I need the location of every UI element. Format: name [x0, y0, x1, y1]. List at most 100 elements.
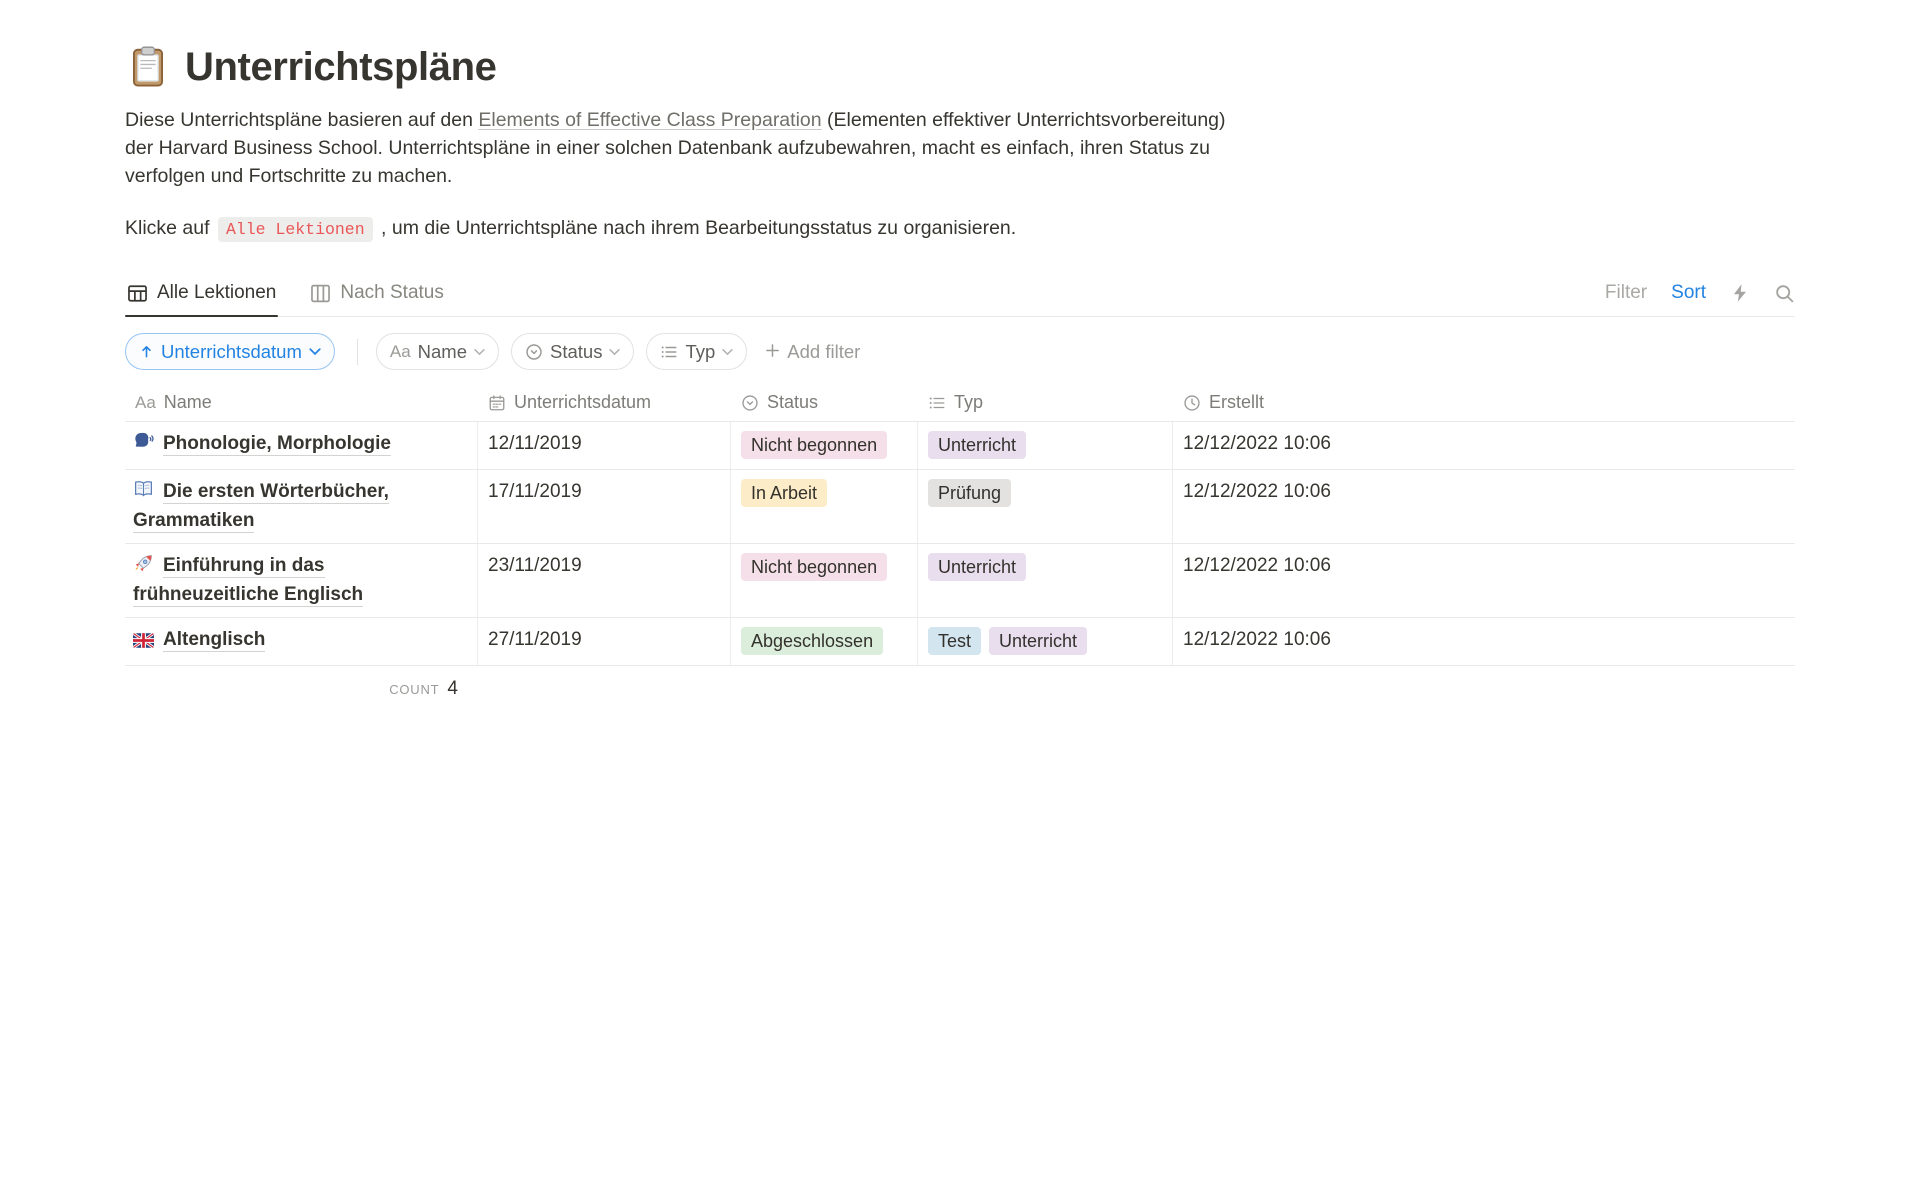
row-title[interactable]: Phonologie, Morphologie: [163, 433, 391, 456]
hint-text-before: Klicke auf: [125, 217, 215, 239]
clipboard-icon[interactable]: [125, 44, 171, 90]
board-view-icon: [310, 283, 331, 304]
add-filter-label: Add filter: [787, 341, 860, 363]
table-row[interactable]: Die ersten Wörterbücher, Grammatiken 17/…: [125, 470, 1795, 544]
date-cell[interactable]: 23/11/2019: [478, 544, 731, 617]
row-title[interactable]: Einführung in das frühneuzeitliche Engli…: [133, 555, 363, 607]
date-value: 12/11/2019: [488, 431, 582, 457]
column-header-status[interactable]: Status: [731, 386, 918, 421]
title-icon: Aa: [135, 393, 156, 413]
table-row[interactable]: Altenglisch 27/11/2019 Abgeschlossen Tes…: [125, 618, 1795, 666]
lightning-icon[interactable]: [1730, 283, 1750, 303]
page-hint: Klicke auf Alle Lektionen , um die Unter…: [125, 214, 1795, 244]
column-label: Typ: [954, 392, 983, 413]
count-row: COUNT4: [125, 678, 1795, 700]
description-text-before: Diese Unterrichtspläne basieren auf den: [125, 109, 478, 131]
created-cell[interactable]: 12/12/2022 10:06: [1173, 422, 1795, 469]
created-cell[interactable]: 12/12/2022 10:06: [1173, 544, 1795, 617]
filter-pill-status[interactable]: Status: [511, 333, 634, 370]
column-header-erstellt[interactable]: Erstellt: [1173, 386, 1795, 421]
status-cell[interactable]: In Arbeit: [731, 470, 918, 543]
column-header-typ[interactable]: Typ: [918, 386, 1173, 421]
created-cell[interactable]: 12/12/2022 10:06: [1173, 470, 1795, 543]
table-view-icon: [127, 283, 148, 304]
column-label: Status: [767, 392, 818, 413]
date-cell[interactable]: 12/11/2019: [478, 422, 731, 469]
clock-icon: [1183, 394, 1201, 412]
open-book-icon: [133, 479, 154, 508]
column-header-unterrichtsdatum[interactable]: Unterrichtsdatum: [478, 386, 731, 421]
created-value: 12/12/2022 10:06: [1183, 431, 1331, 457]
toolbar-actions: Filter Sort: [1605, 282, 1795, 316]
count-label: COUNT: [389, 682, 439, 697]
name-cell[interactable]: Die ersten Wörterbücher, Grammatiken: [125, 470, 478, 543]
multiselect-icon: [928, 394, 946, 412]
select-icon: [741, 394, 759, 412]
status-badge[interactable]: Nicht begonnen: [741, 553, 887, 581]
status-badge[interactable]: Nicht begonnen: [741, 431, 887, 459]
type-cell[interactable]: Test Unterricht: [918, 618, 1173, 665]
sort-pill-label: Unterrichtsdatum: [161, 341, 302, 363]
alle-lektionen-code-badge[interactable]: Alle Lektionen: [218, 217, 373, 242]
page-title: Unterrichtspläne: [185, 45, 496, 90]
table-row[interactable]: Phonologie, Morphologie 12/11/2019 Nicht…: [125, 422, 1795, 470]
filter-pill-name[interactable]: Aa Name: [376, 333, 499, 370]
created-value: 12/12/2022 10:06: [1183, 553, 1331, 579]
date-value: 27/11/2019: [488, 627, 582, 653]
chevron-down-icon: [722, 348, 733, 356]
name-cell[interactable]: Phonologie, Morphologie: [125, 422, 478, 469]
page: Unterrichtspläne Diese Unterrichtspläne …: [0, 0, 1795, 700]
status-badge[interactable]: Abgeschlossen: [741, 627, 883, 655]
type-cell[interactable]: Prüfung: [918, 470, 1173, 543]
type-badge[interactable]: Test: [928, 627, 981, 655]
type-badge[interactable]: Unterricht: [928, 431, 1026, 459]
status-cell[interactable]: Nicht begonnen: [731, 544, 918, 617]
row-title[interactable]: Altenglisch: [163, 629, 265, 652]
tab-nach-status[interactable]: Nach Status: [308, 274, 446, 316]
status-cell[interactable]: Nicht begonnen: [731, 422, 918, 469]
column-label: Erstellt: [1209, 392, 1264, 413]
count[interactable]: COUNT4: [125, 678, 478, 700]
filter-button[interactable]: Filter: [1605, 282, 1647, 304]
name-cell[interactable]: Altenglisch: [125, 618, 478, 665]
created-cell[interactable]: 12/12/2022 10:06: [1173, 618, 1795, 665]
uk-flag-icon: [133, 630, 154, 656]
type-cell[interactable]: Unterricht: [918, 544, 1173, 617]
sort-button[interactable]: Sort: [1671, 282, 1706, 304]
page-description: Diese Unterrichtspläne basieren auf den …: [125, 106, 1255, 190]
multiselect-icon: [660, 343, 678, 361]
add-filter-button[interactable]: Add filter: [765, 341, 860, 363]
search-icon[interactable]: [1774, 283, 1795, 304]
type-badge[interactable]: Prüfung: [928, 479, 1011, 507]
type-cell[interactable]: Unterricht: [918, 422, 1173, 469]
filter-pill-label: Typ: [685, 341, 715, 363]
date-cell[interactable]: 17/11/2019: [478, 470, 731, 543]
status-badge[interactable]: In Arbeit: [741, 479, 827, 507]
speaking-head-icon: [133, 431, 154, 460]
arrow-up-icon: [139, 344, 154, 359]
chevron-down-icon: [309, 347, 321, 356]
column-header-name[interactable]: Aa Name: [125, 386, 478, 421]
created-value: 12/12/2022 10:06: [1183, 479, 1331, 505]
select-icon: [525, 343, 543, 361]
date-cell[interactable]: 27/11/2019: [478, 618, 731, 665]
sort-pill-unterrichtsdatum[interactable]: Unterrichtsdatum: [125, 333, 335, 370]
table-row[interactable]: Einführung in das frühneuzeitliche Engli…: [125, 544, 1795, 618]
filter-pill-typ[interactable]: Typ: [646, 333, 747, 370]
status-cell[interactable]: Abgeschlossen: [731, 618, 918, 665]
tab-alle-lektionen[interactable]: Alle Lektionen: [125, 274, 278, 316]
date-value: 17/11/2019: [488, 479, 582, 505]
type-badge[interactable]: Unterricht: [928, 553, 1026, 581]
tab-label: Nach Status: [340, 282, 444, 304]
column-label: Unterrichtsdatum: [514, 392, 651, 413]
title-row: Unterrichtspläne: [125, 44, 1795, 90]
title-icon: Aa: [390, 342, 411, 362]
name-cell[interactable]: Einführung in das frühneuzeitliche Engli…: [125, 544, 478, 617]
table-body: Phonologie, Morphologie 12/11/2019 Nicht…: [125, 422, 1795, 666]
hint-text-after: , um die Unterrichtspläne nach ihrem Bea…: [376, 217, 1017, 239]
type-badge[interactable]: Unterricht: [989, 627, 1087, 655]
chevron-down-icon: [609, 348, 620, 356]
row-title[interactable]: Die ersten Wörterbücher, Grammatiken: [133, 481, 389, 533]
column-label: Name: [164, 392, 212, 413]
class-preparation-link[interactable]: Elements of Effective Class Preparation: [478, 109, 821, 131]
